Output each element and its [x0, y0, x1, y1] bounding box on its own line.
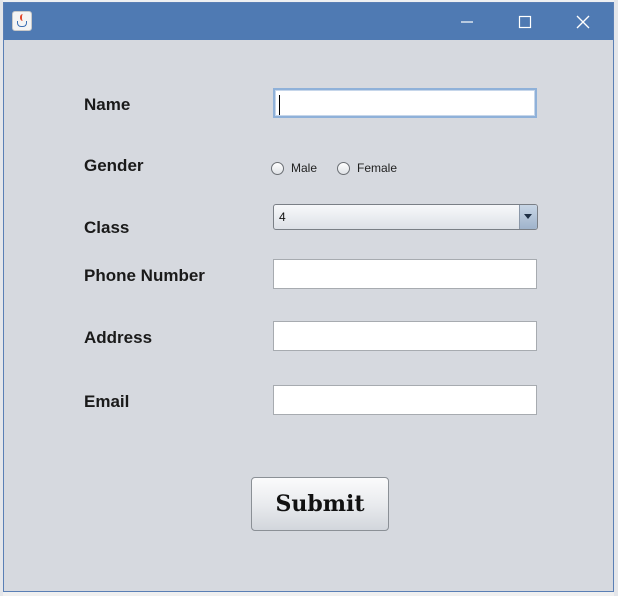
- gender-radio-male[interactable]: Male: [271, 159, 317, 177]
- email-input[interactable]: [273, 385, 537, 415]
- close-icon: [576, 15, 590, 29]
- class-selected-value: 4: [279, 210, 286, 224]
- registration-window: Name Gender Male Female Class 4 Phone Nu…: [3, 2, 614, 592]
- radio-button-icon[interactable]: [271, 161, 284, 175]
- minimize-icon: [461, 21, 473, 23]
- submit-button[interactable]: Submit: [251, 477, 389, 531]
- gender-option-label: Female: [357, 161, 398, 175]
- address-label: Address: [84, 328, 153, 347]
- gender-radio-female[interactable]: Female: [337, 159, 397, 177]
- address-input[interactable]: [273, 321, 537, 351]
- gender-option-label: Male: [291, 161, 318, 175]
- email-label: Email: [84, 392, 130, 411]
- maximize-button[interactable]: [502, 3, 548, 40]
- name-label: Name: [84, 95, 131, 114]
- gender-label: Gender: [84, 156, 144, 175]
- maximize-icon: [518, 15, 532, 29]
- name-input[interactable]: [273, 88, 537, 118]
- class-dropdown[interactable]: 4: [273, 204, 538, 230]
- radio-button-icon[interactable]: [337, 161, 350, 175]
- desktop-background-right: [614, 0, 618, 596]
- phone-number-label: Phone Number: [84, 266, 205, 285]
- java-coffee-cup-icon[interactable]: [12, 11, 32, 31]
- phone-number-input[interactable]: [273, 259, 537, 289]
- class-label: Class: [84, 218, 130, 237]
- title-bar[interactable]: [4, 3, 613, 40]
- minimize-button[interactable]: [444, 3, 490, 40]
- chevron-down-icon: [524, 214, 532, 219]
- text-caret: [279, 95, 280, 115]
- close-button[interactable]: [560, 3, 606, 40]
- dropdown-arrow-button[interactable]: [519, 205, 537, 229]
